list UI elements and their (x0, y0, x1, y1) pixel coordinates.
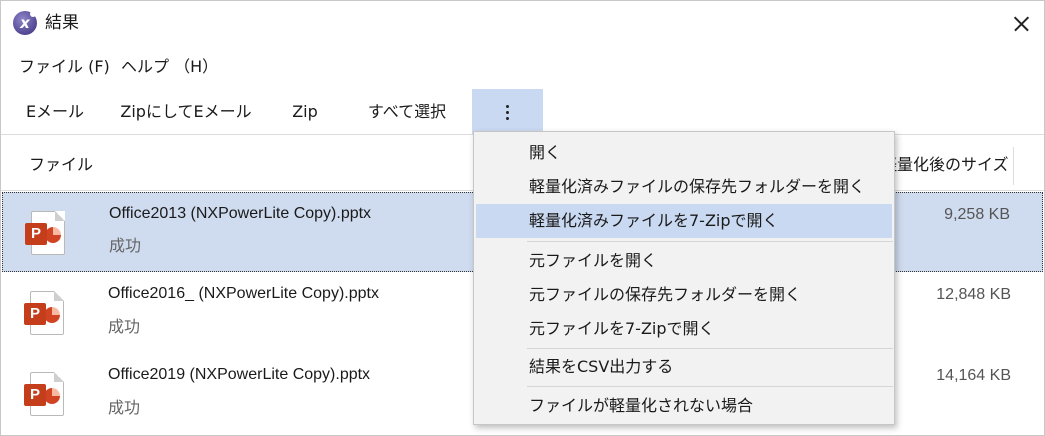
select-all-button[interactable]: すべて選択 (357, 89, 457, 135)
more-options-button[interactable] (472, 89, 543, 135)
file-name: Office2019 (NXPowerLite Copy).pptx (108, 366, 371, 383)
menu-item-export-csv[interactable]: 結果をCSV出力する (476, 350, 892, 384)
menu-file[interactable]: ファイル (F) (17, 55, 112, 79)
menu-item-open-original-7zip[interactable]: 元ファイルを7-Zipで開く (476, 312, 892, 346)
column-header-size[interactable]: 軽量化後のサイズ (881, 153, 1009, 177)
menu-item-not-compressed-help[interactable]: ファイルが軽量化されない場合 (476, 389, 892, 423)
file-status: 成功 (109, 236, 142, 255)
column-divider[interactable] (1013, 147, 1014, 185)
app-logo-icon: x (13, 11, 37, 35)
menu-item-open-compressed-folder[interactable]: 軽量化済みファイルの保存先フォルダーを開く (476, 170, 892, 204)
zip-email-button[interactable]: ZipにしてEメール (119, 89, 253, 135)
more-options-menu: 開く 軽量化済みファイルの保存先フォルダーを開く 軽量化済みファイルを7-Zip… (473, 131, 895, 425)
menu-item-open-original[interactable]: 元ファイルを開く (476, 244, 892, 278)
results-window: x 結果 ファイル (F) ヘルプ （H） Eメール ZipにしてEメール Zi… (0, 0, 1045, 436)
file-status: 成功 (108, 317, 141, 336)
file-size: 14,164 KB (936, 367, 1011, 384)
file-status: 成功 (108, 398, 141, 417)
powerpoint-file-icon: P (24, 291, 64, 335)
file-size: 9,258 KB (944, 206, 1010, 223)
title-bar: x 結果 (1, 1, 1044, 47)
email-button[interactable]: Eメール (19, 89, 91, 135)
menu-item-open-compressed-7zip[interactable]: 軽量化済みファイルを7-Zipで開く (476, 204, 892, 238)
menu-separator (527, 241, 893, 242)
menu-item-open[interactable]: 開く (476, 136, 892, 170)
window-title: 結果 (45, 13, 79, 33)
file-name: Office2013 (NXPowerLite Copy).pptx (109, 205, 372, 222)
close-button[interactable] (998, 1, 1044, 47)
menu-separator (527, 348, 893, 349)
menu-bar: ファイル (F) ヘルプ （H） (1, 51, 1044, 83)
menu-separator (527, 386, 893, 387)
toolbar: Eメール ZipにしてEメール Zip すべて選択 (1, 89, 1044, 135)
menu-help[interactable]: ヘルプ （H） (119, 55, 220, 79)
menu-item-open-original-folder[interactable]: 元ファイルの保存先フォルダーを開く (476, 278, 892, 312)
powerpoint-file-icon: P (24, 372, 64, 416)
powerpoint-file-icon: P (25, 211, 65, 255)
file-size: 12,848 KB (936, 286, 1011, 303)
zip-button[interactable]: Zip (281, 89, 329, 135)
file-name: Office2016_ (NXPowerLite Copy).pptx (108, 285, 379, 302)
column-header-file[interactable]: ファイル (29, 153, 93, 177)
